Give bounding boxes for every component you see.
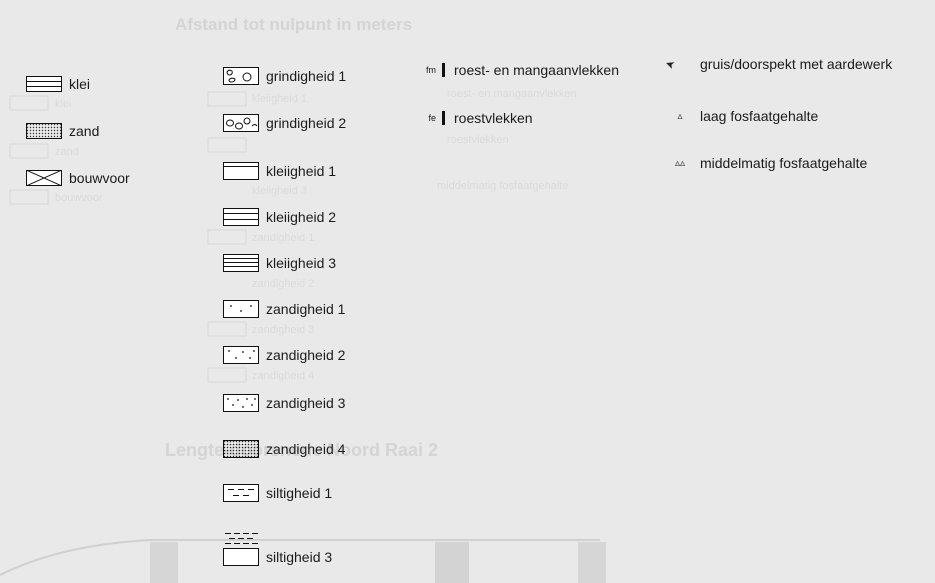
legend-label: zandigheid 4 [266,441,346,457]
legend-item-zandigheid-1: zandigheid 1 [223,300,345,318]
legend-item-laag-fosfaat: ▵ laag fosfaatgehalte [660,108,818,124]
legend-label: zandigheid 2 [266,347,346,363]
legend-item-zandigheid-3: zandigheid 3 [223,394,345,412]
kleiigheid-2-icon [223,208,259,226]
legend-label: grindigheid 1 [266,68,347,84]
legend-label: klei [69,76,91,92]
legend-item-siltigheid-3: siltigheid 3 [223,530,332,566]
legend-item-kleiigheid-2: kleiigheid 2 [223,208,336,226]
siltigheid-1-icon [223,484,259,502]
vlek-bar-icon [442,63,445,77]
zandigheid-3-icon [223,394,259,412]
legend-item-kleiigheid-3: kleiigheid 3 [223,254,336,272]
zandigheid-4-icon [223,440,259,458]
legend-item-grindigheid-1: grindigheid 1 [223,67,346,85]
legend-label: gruis/doorspekt met aardewerk [700,56,893,72]
vlek-bar-icon [442,111,445,125]
legend-label: middelmatig fosfaatgehalte [700,155,868,171]
bouwvoor-pattern-icon [26,170,62,186]
legend-item-zandigheid-2: zandigheid 2 [223,346,345,364]
zandigheid-1-icon [223,300,259,318]
legend-label: kleiigheid 2 [266,209,337,225]
legend-label: zand [69,123,100,139]
siltigheid-3-icon [223,530,259,566]
legend-abbr: fm [426,65,436,75]
legend-item-siltigheid-1: siltigheid 1 [223,484,332,502]
legend-label: laag fosfaatgehalte [700,108,819,124]
triangle-small-icon: ▵ [677,110,683,122]
ghost-sketch [0,91,606,583]
legend-label: siltigheid 3 [266,549,333,565]
zand-pattern-icon [26,123,62,139]
klei-pattern-icon [26,76,62,92]
legend-item-middelmatig-fosfaat: ▵▵ middelmatig fosfaatgehalte [660,155,867,171]
grindigheid-2-icon [223,114,259,132]
legend-label: roestvlekken [454,110,533,126]
legend-item-fe: fe roestvlekken [422,110,533,126]
legend-item-fm: fm roest- en mangaanvlekken [422,62,619,78]
legend-abbr: fe [428,113,436,123]
legend-item-zandigheid-4: zandigheid 4 [223,440,345,458]
legend-item-klei: klei [26,76,90,92]
legend-item-grindigheid-2: grindigheid 2 [223,114,346,132]
legend-label: kleiigheid 3 [266,255,337,271]
legend-item-kleiigheid-1: kleiigheid 1 [223,162,336,180]
legend-label: roest- en mangaanvlekken [454,62,619,78]
legend-label: zandigheid 3 [266,395,346,411]
grindigheid-1-icon [223,67,259,85]
triangle-double-icon: ▵▵ [674,157,686,169]
legend-item-zand: zand [26,123,99,139]
legend-label: kleiigheid 1 [266,163,337,179]
legend-item-gruis: ➤ gruis/doorspekt met aardewerk [660,56,892,72]
kleiigheid-1-icon [223,162,259,180]
legend-label: bouwvoor [69,170,130,186]
legend-label: grindigheid 2 [266,115,347,131]
gruis-arrow-icon: ➤ [663,56,677,71]
kleiigheid-3-icon [223,254,259,272]
legend-label: siltigheid 1 [266,485,333,501]
legend-label: zandigheid 1 [266,301,346,317]
zandigheid-2-icon [223,346,259,364]
legend-item-bouwvoor: bouwvoor [26,170,130,186]
